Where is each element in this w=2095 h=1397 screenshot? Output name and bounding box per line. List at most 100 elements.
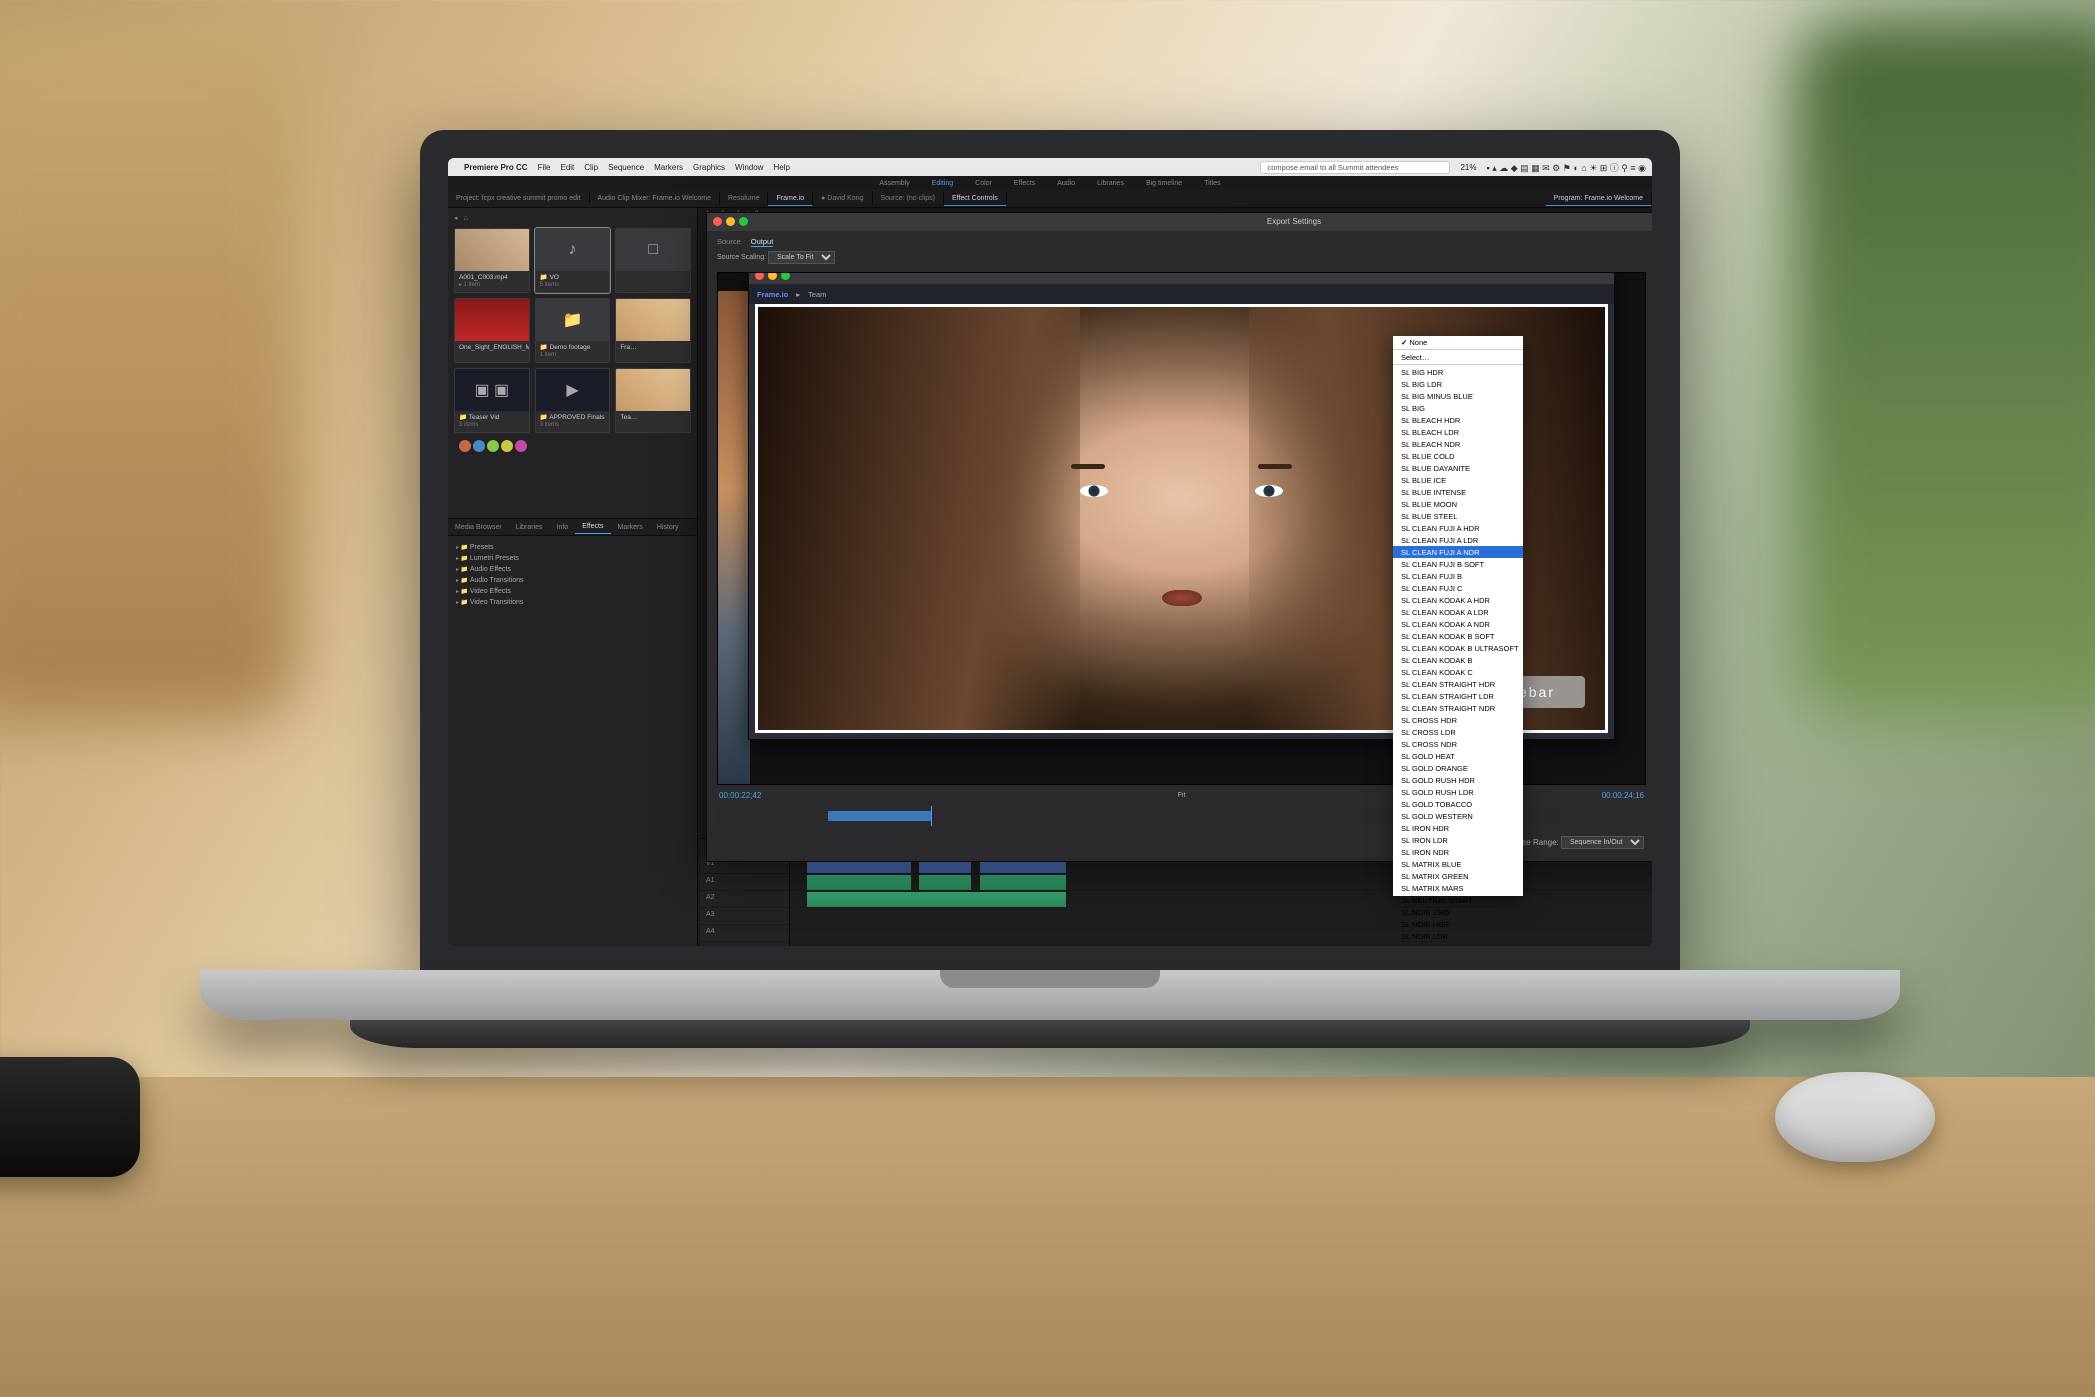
menu-graphics[interactable]: Graphics bbox=[693, 163, 725, 172]
export-tab-output[interactable]: Output bbox=[751, 237, 774, 247]
close-icon[interactable] bbox=[713, 217, 722, 226]
tab-info[interactable]: Info bbox=[550, 521, 576, 534]
effects-folder[interactable]: Lumetri Presets bbox=[456, 553, 689, 564]
lut-option[interactable]: SL BIG MINUS BLUE bbox=[1393, 390, 1523, 402]
lut-option[interactable]: SL CLEAN FUJI B bbox=[1393, 570, 1523, 582]
playhead-icon[interactable] bbox=[931, 806, 932, 826]
lut-option[interactable]: SL CLEAN KODAK A LDR bbox=[1393, 606, 1523, 618]
effects-folder[interactable]: Presets bbox=[456, 542, 689, 553]
ws-titles[interactable]: Titles bbox=[1200, 180, 1224, 187]
effects-folder[interactable]: Audio Effects bbox=[456, 564, 689, 575]
bin-item[interactable]: One_Sight_ENGLISH_Mon… bbox=[454, 298, 530, 363]
ws-effects[interactable]: Effects bbox=[1010, 180, 1039, 187]
frameio-logo[interactable]: Frame.io bbox=[757, 290, 788, 299]
export-tab-source[interactable]: Source bbox=[717, 237, 741, 247]
effects-folder[interactable]: Video Transitions bbox=[456, 597, 689, 608]
out-timecode[interactable]: 00:00:24;16 bbox=[1602, 791, 1644, 800]
lut-option[interactable]: SL CROSS LDR bbox=[1393, 726, 1523, 738]
ws-color[interactable]: Color bbox=[971, 180, 996, 187]
spotlight-search[interactable]: compose email to all Summit attendees bbox=[1260, 161, 1450, 174]
menu-edit[interactable]: Edit bbox=[560, 163, 574, 172]
tab-resolume[interactable]: Resolume bbox=[720, 192, 769, 205]
lut-option[interactable]: None bbox=[1393, 336, 1523, 348]
lut-option[interactable]: SL MATRIX GREEN bbox=[1393, 870, 1523, 882]
tab-frameio[interactable]: Frame.io bbox=[768, 192, 813, 206]
lut-option[interactable]: SL CLEAN STRAIGHT NDR bbox=[1393, 702, 1523, 714]
bin-item[interactable]: 📁📁 Demo footage1 item bbox=[535, 298, 611, 363]
track-label[interactable]: A2 bbox=[700, 891, 789, 908]
tab-history[interactable]: History bbox=[650, 521, 686, 534]
lut-option[interactable]: SL BLEACH NDR bbox=[1393, 438, 1523, 450]
lut-option[interactable]: SL CLEAN STRAIGHT LDR bbox=[1393, 690, 1523, 702]
app-name[interactable]: Premiere Pro CC bbox=[464, 163, 528, 172]
lut-option[interactable]: SL BLUE STEEL bbox=[1393, 510, 1523, 522]
lut-dropdown[interactable]: NoneSelect…SL BIG HDRSL BIG LDRSL BIG MI… bbox=[1393, 336, 1523, 896]
lut-option[interactable]: SL BLEACH HDR bbox=[1393, 414, 1523, 426]
tab-program[interactable]: Program: Frame.io Welcome bbox=[1546, 192, 1652, 206]
effects-folder[interactable]: Video Effects bbox=[456, 586, 689, 597]
lut-option[interactable]: SL IRON HDR bbox=[1393, 822, 1523, 834]
lut-option[interactable]: SL CLEAN KODAK C bbox=[1393, 666, 1523, 678]
frameio-user[interactable]: ● David Kong bbox=[813, 192, 872, 205]
in-timecode[interactable]: 00:00:22;42 bbox=[719, 791, 761, 800]
bin-item[interactable]: □ bbox=[615, 228, 691, 293]
lut-option[interactable]: SL MATRIX MARS bbox=[1393, 882, 1523, 894]
lut-option[interactable]: SL CROSS HDR bbox=[1393, 714, 1523, 726]
lut-option[interactable]: SL BLUE DAYANITE bbox=[1393, 462, 1523, 474]
lut-option[interactable]: SL GOLD HEAT bbox=[1393, 750, 1523, 762]
lut-option[interactable]: SL BLUE MOON bbox=[1393, 498, 1523, 510]
lut-option[interactable]: SL NOIR LDR bbox=[1393, 930, 1523, 942]
lut-option[interactable]: SL CLEAN KODAK B SOFT bbox=[1393, 630, 1523, 642]
ws-bigtimeline[interactable]: Big timeline bbox=[1142, 180, 1186, 187]
lut-option[interactable]: SL CLEAN FUJI A HDR bbox=[1393, 522, 1523, 534]
tab-audiomixer[interactable]: Audio Clip Mixer: Frame.io Welcome bbox=[590, 192, 720, 205]
lut-option[interactable]: SL BIG HDR bbox=[1393, 366, 1523, 378]
lut-option[interactable]: SL GOLD RUSH HDR bbox=[1393, 774, 1523, 786]
bin-item[interactable]: A001_C003.mp4▸ 1 item bbox=[454, 228, 530, 293]
zoom-icon[interactable] bbox=[781, 272, 790, 280]
lut-option[interactable]: SL GOLD ORANGE bbox=[1393, 762, 1523, 774]
tab-libraries[interactable]: Libraries bbox=[509, 521, 550, 534]
tab-effects[interactable]: Effects bbox=[575, 520, 610, 534]
track-label[interactable]: A3 bbox=[700, 908, 789, 925]
lut-option[interactable]: SL BLUE COLD bbox=[1393, 450, 1523, 462]
minimize-icon[interactable] bbox=[768, 272, 777, 280]
lut-option[interactable]: SL CLEAN KODAK B bbox=[1393, 654, 1523, 666]
lut-option[interactable]: SL GOLD TOBACCO bbox=[1393, 798, 1523, 810]
lut-option[interactable]: SL BLEACH LDR bbox=[1393, 426, 1523, 438]
lut-option[interactable]: SL MATRIX BLUE bbox=[1393, 858, 1523, 870]
battery-indicator[interactable]: 21% bbox=[1460, 163, 1476, 172]
export-titlebar[interactable]: Export Settings bbox=[707, 213, 1652, 231]
menu-window[interactable]: Window bbox=[735, 163, 763, 172]
lut-option[interactable]: SL NOIR HDR bbox=[1393, 918, 1523, 930]
minimize-icon[interactable] bbox=[726, 217, 735, 226]
lut-option[interactable]: SL NEUTRAL START bbox=[1393, 894, 1523, 906]
lut-option[interactable]: SL CLEAN FUJI A LDR bbox=[1393, 534, 1523, 546]
lut-option[interactable]: SL CLEAN STRAIGHT HDR bbox=[1393, 678, 1523, 690]
menu-file[interactable]: File bbox=[538, 163, 551, 172]
tab-source[interactable]: Source: (no clips) bbox=[873, 192, 944, 205]
frameio-breadcrumb[interactable]: Team bbox=[808, 290, 826, 299]
lut-option[interactable]: SL IRON NDR bbox=[1393, 846, 1523, 858]
lut-option[interactable]: SL CLEAN FUJI C bbox=[1393, 582, 1523, 594]
bin-item[interactable]: ▶📁 APPROVED Finals3 items bbox=[535, 368, 611, 433]
scaling-select[interactable]: Scale To Fit bbox=[768, 251, 835, 264]
lut-option[interactable]: Select… bbox=[1393, 351, 1523, 363]
bin-item[interactable]: ♪📁 VO5 items bbox=[535, 228, 611, 293]
track-label[interactable]: A4 bbox=[700, 925, 789, 942]
tab-project[interactable]: Project: fcpx creative summit promo edit bbox=[448, 192, 590, 205]
lut-option[interactable]: SL NOIR 1985 bbox=[1393, 906, 1523, 918]
lut-option[interactable]: SL NOIR NOUVELLE RED bbox=[1393, 942, 1523, 946]
tab-effectcontrols[interactable]: Effect Controls bbox=[944, 192, 1007, 206]
lut-option[interactable]: SL BLUE INTENSE bbox=[1393, 486, 1523, 498]
menubar-tray[interactable]: ▪ ▴ ☁ ◆ ▤ ▦ ✉ ⚙ ⚑ ◐ ⌂ ☀ ⊞ ⓘ ⚲ ≡ ◉ bbox=[1487, 161, 1647, 174]
track-label[interactable]: A1 bbox=[700, 874, 789, 891]
lut-option[interactable]: SL IRON LDR bbox=[1393, 834, 1523, 846]
ws-editing[interactable]: Editing bbox=[928, 180, 957, 187]
project-filter[interactable]: ⌂ bbox=[464, 215, 468, 222]
lut-option[interactable]: SL BLUE ICE bbox=[1393, 474, 1523, 486]
ws-assembly[interactable]: Assembly bbox=[875, 180, 913, 187]
fit-dropdown[interactable]: Fit bbox=[1178, 792, 1186, 799]
tab-markers[interactable]: Markers bbox=[611, 521, 650, 534]
bin-item[interactable]: Tea… bbox=[615, 368, 691, 433]
